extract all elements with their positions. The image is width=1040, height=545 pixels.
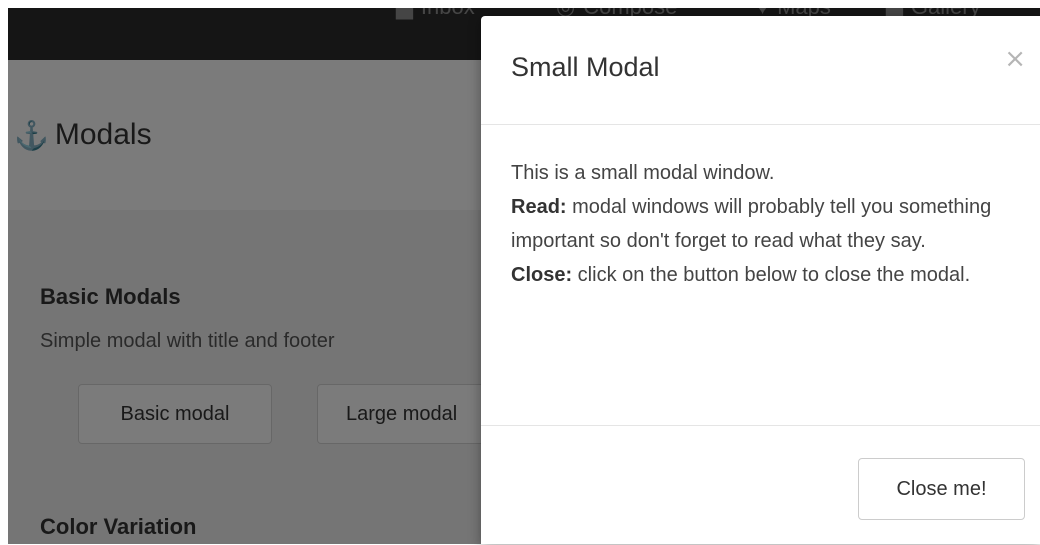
- close-text: click on the button below to close the m…: [572, 264, 971, 286]
- modal-body: This is a small modal window. Read: moda…: [511, 156, 1016, 292]
- modal-body-intro: This is a small modal window.: [511, 162, 775, 184]
- modal-footer: Close me!: [481, 425, 1040, 545]
- modal-title: Small Modal: [511, 52, 660, 82]
- modal-body-read: Read: modal windows will probably tell y…: [511, 190, 1016, 258]
- read-text: modal windows will probably tell you som…: [511, 196, 992, 252]
- page-margin: [0, 0, 8, 544]
- modal-header: Small Modal ×: [481, 16, 1040, 125]
- close-label: Close:: [511, 264, 573, 286]
- read-label: Read:: [511, 196, 567, 218]
- modal-body-close: Close: click on the button below to clos…: [511, 258, 1016, 292]
- close-icon[interactable]: ×: [1004, 44, 1026, 74]
- small-modal: Small Modal × This is a small modal wind…: [481, 16, 1040, 544]
- close-me-button[interactable]: Close me!: [858, 458, 1025, 520]
